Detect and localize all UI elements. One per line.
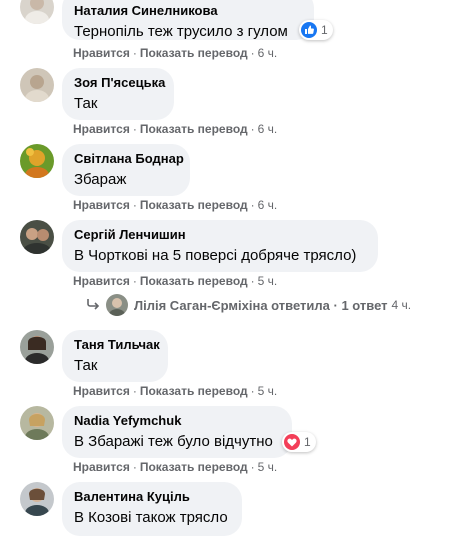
comment-text: Так: [74, 95, 98, 112]
comment-text: Тернопіль теж трусило з гулом: [74, 23, 288, 40]
like-icon: [301, 22, 317, 38]
reaction-badge[interactable]: 1: [299, 20, 333, 40]
comment-bubble: Світлана Боднар Збараж: [62, 144, 190, 196]
comment-time[interactable]: 5 ч.: [258, 274, 278, 288]
avatar[interactable]: [20, 68, 54, 102]
comment-bubble: Наталия Синелникова Тернопіль теж трусил…: [62, 0, 314, 40]
comment-text: В Чорткові на 5 поверсі добряче трясло): [74, 247, 357, 264]
comment-author[interactable]: Зоя П'ясецька: [74, 75, 165, 91]
comment-bubble: Таня Тильчак Так: [62, 330, 168, 382]
comment-author[interactable]: Nadia Yefymchuk: [74, 413, 280, 429]
avatar[interactable]: [20, 220, 54, 254]
comment-text: Збараж: [74, 171, 127, 188]
comment-actions: Нравится · Показать перевод · 5 ч.: [73, 274, 278, 288]
avatar[interactable]: [20, 482, 54, 516]
comment-author[interactable]: Наталия Синелникова: [74, 3, 302, 19]
avatar[interactable]: [20, 406, 54, 440]
like-button[interactable]: Нравится: [73, 46, 130, 60]
comment-time[interactable]: 6 ч.: [258, 198, 278, 212]
comment-text: В Козові також трясло: [74, 509, 228, 526]
reply-avatar: [106, 294, 128, 316]
reply-arrow-icon: [86, 297, 100, 313]
avatar[interactable]: [20, 144, 54, 178]
comment-actions: Нравится · Показать перевод · 5 ч.: [73, 384, 278, 398]
comment-author[interactable]: Валентина Куціль: [74, 489, 230, 505]
comment-actions: Нравится · Показать перевод · 5 ч.: [73, 460, 278, 474]
comment-bubble: Зоя П'ясецька Так: [62, 68, 174, 120]
translate-button[interactable]: Показать перевод: [140, 198, 248, 212]
comment-text: В Збаражі теж було відчутно: [74, 433, 273, 450]
comment-time[interactable]: 5 ч.: [258, 384, 278, 398]
translate-button[interactable]: Показать перевод: [140, 122, 248, 136]
translate-button[interactable]: Показать перевод: [140, 384, 248, 398]
translate-button[interactable]: Показать перевод: [140, 274, 248, 288]
comment-author[interactable]: Світлана Боднар: [74, 151, 184, 167]
comment-bubble: Nadia Yefymchuk В Збаражі теж було відчу…: [62, 406, 292, 458]
comment-bubble: Валентина Куціль В Козові також трясло: [62, 482, 242, 536]
like-button[interactable]: Нравится: [73, 384, 130, 398]
avatar[interactable]: [20, 330, 54, 364]
comment-time[interactable]: 5 ч.: [258, 460, 278, 474]
comment-time[interactable]: 6 ч.: [258, 46, 278, 60]
comment-text: Так: [74, 357, 98, 374]
reaction-badge[interactable]: 1: [282, 432, 316, 452]
reply-summary-text[interactable]: Лілія Саган-Єрміхіна ответила · 1 ответ: [134, 298, 388, 313]
comment-time[interactable]: 6 ч.: [258, 122, 278, 136]
like-button[interactable]: Нравится: [73, 122, 130, 136]
view-replies-link[interactable]: Лілія Саган-Єрміхіна ответила · 1 ответ …: [86, 294, 412, 316]
like-button[interactable]: Нравится: [73, 274, 130, 288]
comment-actions: Нравится · Показать перевод · 6 ч.: [73, 198, 278, 212]
translate-button[interactable]: Показать перевод: [140, 460, 248, 474]
avatar[interactable]: [20, 0, 54, 24]
reaction-count: 1: [304, 435, 311, 449]
like-button[interactable]: Нравится: [73, 460, 130, 474]
heart-icon: [284, 434, 300, 450]
comment-bubble: Сергій Ленчишин В Чорткові на 5 поверсі …: [62, 220, 378, 272]
comment-author[interactable]: Таня Тильчак: [74, 337, 160, 353]
comment-actions: Нравится · Показать перевод · 6 ч.: [73, 122, 278, 136]
translate-button[interactable]: Показать перевод: [140, 46, 248, 60]
reply-time: 4 ч.: [391, 298, 412, 312]
comment-author[interactable]: Сергій Ленчишин: [74, 227, 366, 243]
reaction-count: 1: [321, 23, 328, 37]
comment-actions: Нравится · Показать перевод · 6 ч.: [73, 46, 278, 60]
like-button[interactable]: Нравится: [73, 198, 130, 212]
